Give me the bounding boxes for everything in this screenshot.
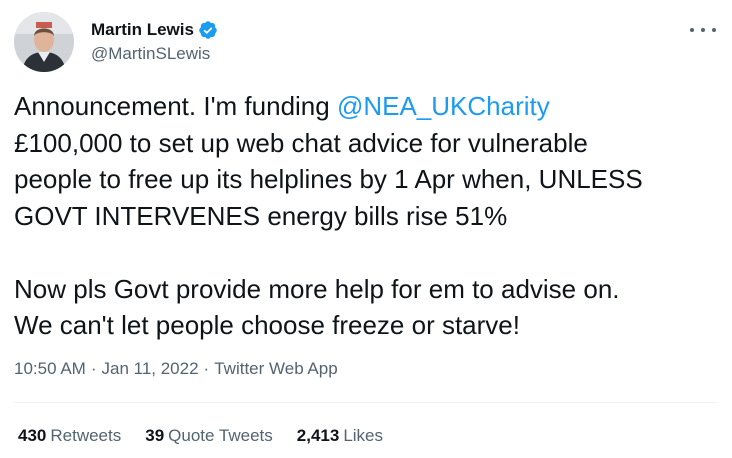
divider [14,402,718,403]
verified-badge-icon [198,20,218,40]
avatar-image [14,12,74,72]
tweet-header: Martin Lewis @MartinSLewis [14,12,718,74]
more-dot [712,28,716,32]
likes-count: 2,413 [296,426,340,445]
tweet-stats: 430 Retweets 39 Quote Tweets 2,413 Likes [18,426,407,446]
author-handle[interactable]: @MartinSLewis [91,44,218,64]
tweet-meta: 10:50 AM · Jan 11, 2022 · Twitter Web App [14,359,338,379]
tweet-date[interactable]: Jan 11, 2022 [102,359,199,378]
likes-label: Likes [343,426,383,445]
meta-separator: · [203,359,210,378]
tweet-time[interactable]: 10:50 AM [14,359,86,378]
tweet-card: Martin Lewis @MartinSLewis Announcement.… [0,0,732,458]
tweet-text: Announcement. I'm funding @NEA_UKCharity… [14,88,718,344]
author-identity: Martin Lewis @MartinSLewis [91,18,218,64]
quote-tweets-label: Quote Tweets [168,426,273,445]
more-options-icon[interactable] [688,20,718,40]
quote-tweets-count: 39 [145,426,165,445]
tweet-text-intro: Announcement. I'm funding [14,91,337,121]
quote-tweets-stat[interactable]: 39 Quote Tweets [145,426,273,446]
likes-stat[interactable]: 2,413 Likes [297,426,383,446]
mention-link[interactable]: @NEA_UKCharity [337,91,550,121]
meta-separator: · [90,359,97,378]
tweet-text-rest: £100,000 to set up web chat advice for v… [14,127,643,341]
more-dot [701,28,705,32]
author-display-name[interactable]: Martin Lewis [91,20,194,40]
name-row: Martin Lewis [91,18,218,42]
avatar[interactable] [14,12,74,72]
tweet-source[interactable]: Twitter Web App [214,359,337,378]
retweets-stat[interactable]: 430 Retweets [18,426,121,446]
more-dot [690,28,694,32]
retweets-count: 430 [18,426,47,445]
retweets-label: Retweets [50,426,122,445]
